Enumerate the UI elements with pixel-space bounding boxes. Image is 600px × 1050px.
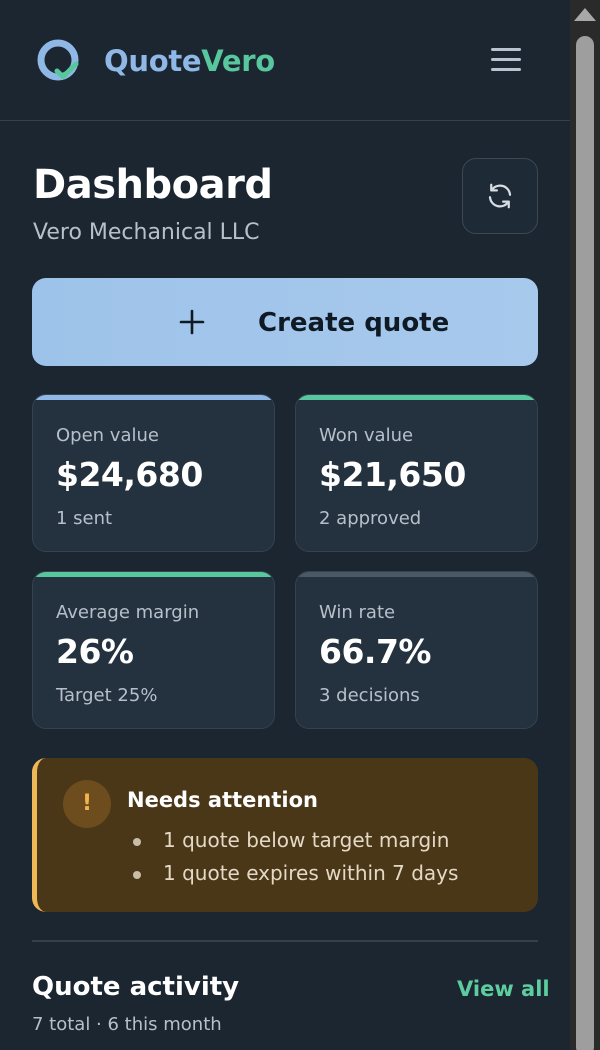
stat-label: Average margin [56, 602, 200, 623]
app-viewport: QuoteVero Dashboard Vero Mechanical LLC … [0, 0, 570, 1050]
menu-icon [491, 48, 521, 51]
brand-part-vero: Vero [201, 44, 275, 78]
menu-icon-bar [491, 58, 521, 61]
stat-card-open-value[interactable]: Open value $24,680 1 sent [32, 394, 275, 552]
attention-item: 1 quote below target margin [133, 828, 458, 861]
section-title: Quote activity [32, 972, 240, 1002]
stat-value: $21,650 [319, 455, 466, 494]
stat-value: $24,680 [56, 455, 203, 494]
logo-icon[interactable] [36, 38, 82, 84]
menu-icon-bar [491, 68, 521, 71]
stat-label: Win rate [319, 602, 396, 623]
stat-label: Won value [319, 425, 414, 446]
scrollbar-thumb[interactable] [576, 36, 594, 1050]
brand-name[interactable]: QuoteVero [104, 44, 275, 78]
page-title: Dashboard [33, 162, 273, 208]
section-divider [32, 940, 538, 942]
stat-value: 26% [56, 632, 134, 671]
stat-card-win-rate[interactable]: Win rate 66.7% 3 decisions [295, 571, 538, 729]
stat-card-accent [33, 572, 274, 577]
scrollbar[interactable] [570, 0, 600, 1050]
stat-card-average-margin[interactable]: Average margin 26% Target 25% [32, 571, 275, 729]
stat-sub: 1 sent [56, 508, 113, 529]
company-name: Vero Mechanical LLC [33, 220, 260, 245]
stat-card-accent [296, 572, 537, 577]
app-header: QuoteVero [0, 0, 570, 121]
create-quote-label: Create quote [258, 308, 450, 338]
stat-card-accent [296, 395, 537, 400]
scroll-up-arrow-icon[interactable] [574, 8, 596, 21]
stat-value: 66.7% [319, 632, 432, 671]
attention-item: 1 quote expires within 7 days [133, 861, 458, 894]
plus-icon [179, 309, 205, 335]
menu-button[interactable] [482, 40, 530, 80]
stat-sub: Target 25% [56, 685, 158, 706]
stat-card-won-value[interactable]: Won value $21,650 2 approved [295, 394, 538, 552]
create-quote-button[interactable]: Create quote [32, 278, 538, 366]
attention-panel: ! Needs attention 1 quote below target m… [32, 758, 538, 912]
brand-part-quote: Quote [104, 44, 202, 78]
stat-label: Open value [56, 425, 159, 446]
refresh-icon [488, 183, 512, 209]
stat-sub: 3 decisions [319, 685, 420, 706]
stat-sub: 2 approved [319, 508, 422, 529]
activity-summary: 7 total · 6 this month [32, 1014, 222, 1035]
warning-icon: ! [63, 780, 111, 828]
refresh-button[interactable] [462, 158, 538, 234]
stat-card-accent [33, 395, 274, 400]
view-all-link[interactable]: View all [457, 977, 550, 1001]
attention-list: 1 quote below target margin 1 quote expi… [133, 828, 458, 894]
attention-title: Needs attention [127, 788, 318, 812]
